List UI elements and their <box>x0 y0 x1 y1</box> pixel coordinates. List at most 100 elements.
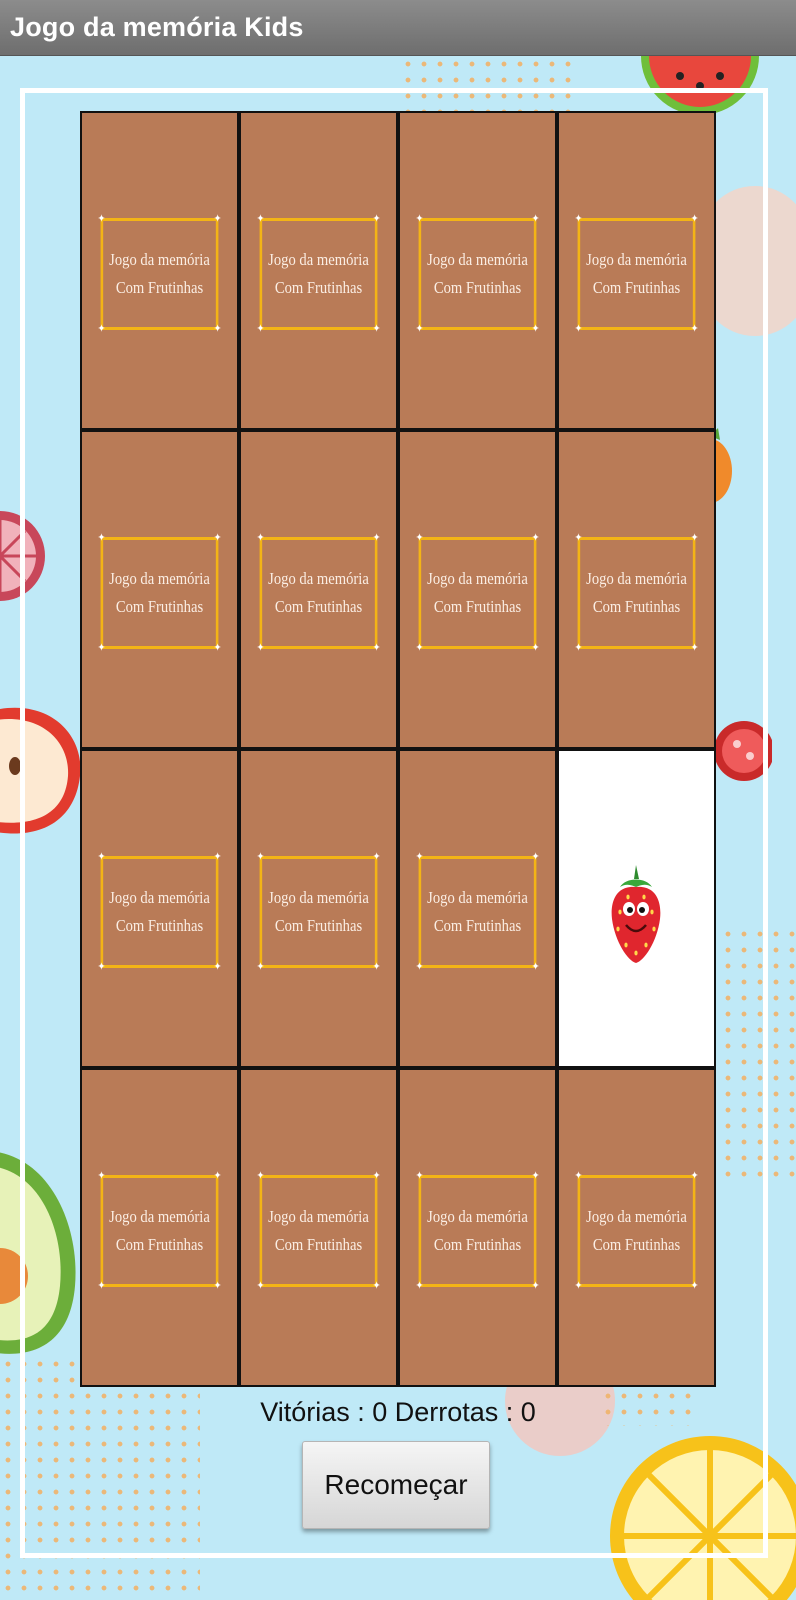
card-back-label: ✦ ✦ ✦ ✦ Jogo da memória Com Frutinhas <box>256 1171 380 1292</box>
sparkle-icon: ✦ <box>213 323 222 335</box>
sparkle-icon: ✦ <box>531 532 540 544</box>
sparkle-icon: ✦ <box>531 642 540 654</box>
card-back-label: ✦ ✦ ✦ ✦ Jogo da memória Com Frutinhas <box>574 533 698 654</box>
card-back-line2: Com Frutinhas <box>274 916 363 935</box>
card-back[interactable]: ✦ ✦ ✦ ✦ Jogo da memória Com Frutinhas <box>557 111 716 430</box>
card-back-line1: Jogo da memória <box>268 250 369 269</box>
card-back[interactable]: ✦ ✦ ✦ ✦ Jogo da memória Com Frutinhas <box>80 111 239 430</box>
sparkle-icon: ✦ <box>97 323 106 335</box>
card-back[interactable]: ✦ ✦ ✦ ✦ Jogo da memória Com Frutinhas <box>398 430 557 749</box>
sparkle-icon: ✦ <box>97 1280 106 1292</box>
sparkle-icon: ✦ <box>574 1170 583 1182</box>
card-back-label: ✦ ✦ ✦ ✦ Jogo da memória Com Frutinhas <box>97 1171 221 1292</box>
sparkle-icon: ✦ <box>213 851 222 863</box>
card-back-line2: Com Frutinhas <box>274 597 363 616</box>
card-back-line1: Jogo da memória <box>427 569 528 588</box>
card-back-line2: Com Frutinhas <box>433 278 522 297</box>
card-back-line1: Jogo da memória <box>427 250 528 269</box>
card-back-label: ✦ ✦ ✦ ✦ Jogo da memória Com Frutinhas <box>574 1171 698 1292</box>
sparkle-icon: ✦ <box>415 642 424 654</box>
sparkle-icon: ✦ <box>372 532 381 544</box>
sparkle-icon: ✦ <box>415 851 424 863</box>
card-back[interactable]: ✦ ✦ ✦ ✦ Jogo da memória Com Frutinhas <box>239 430 398 749</box>
sparkle-icon: ✦ <box>213 1170 222 1182</box>
sparkle-icon: ✦ <box>97 642 106 654</box>
sparkle-icon: ✦ <box>531 961 540 973</box>
sparkle-icon: ✦ <box>213 1280 222 1292</box>
card-back-line1: Jogo da memória <box>427 1207 528 1226</box>
sparkle-icon: ✦ <box>574 323 583 335</box>
card-back-label: ✦ ✦ ✦ ✦ Jogo da memória Com Frutinhas <box>256 533 380 654</box>
sparkle-icon: ✦ <box>213 213 222 225</box>
card-back[interactable]: ✦ ✦ ✦ ✦ Jogo da memória Com Frutinhas <box>398 1068 557 1387</box>
card-revealed-strawberry[interactable] <box>557 749 716 1068</box>
card-back-line1: Jogo da memória <box>109 569 210 588</box>
sparkle-icon: ✦ <box>531 213 540 225</box>
card-back-line2: Com Frutinhas <box>115 1235 204 1254</box>
sparkle-icon: ✦ <box>256 1170 265 1182</box>
card-back[interactable]: ✦ ✦ ✦ ✦ Jogo da memória Com Frutinhas <box>80 749 239 1068</box>
card-back-line1: Jogo da memória <box>586 1207 687 1226</box>
sparkle-icon: ✦ <box>256 323 265 335</box>
sparkle-icon: ✦ <box>372 961 381 973</box>
sparkle-icon: ✦ <box>372 1280 381 1292</box>
restart-button[interactable]: Recomeçar <box>302 1441 490 1529</box>
sparkle-icon: ✦ <box>256 851 265 863</box>
sparkle-icon: ✦ <box>531 1170 540 1182</box>
sparkle-icon: ✦ <box>372 1170 381 1182</box>
sparkle-icon: ✦ <box>372 851 381 863</box>
card-back-line2: Com Frutinhas <box>115 597 204 616</box>
card-back-label: ✦ ✦ ✦ ✦ Jogo da memória Com Frutinhas <box>256 214 380 335</box>
card-back-label: ✦ ✦ ✦ ✦ Jogo da memória Com Frutinhas <box>415 1171 539 1292</box>
card-back[interactable]: ✦ ✦ ✦ ✦ Jogo da memória Com Frutinhas <box>239 1068 398 1387</box>
card-back-line1: Jogo da memória <box>268 569 369 588</box>
sparkle-icon: ✦ <box>97 1170 106 1182</box>
card-back-label: ✦ ✦ ✦ ✦ Jogo da memória Com Frutinhas <box>574 214 698 335</box>
card-back-line2: Com Frutinhas <box>115 916 204 935</box>
sparkle-icon: ✦ <box>256 642 265 654</box>
sparkle-icon: ✦ <box>574 642 583 654</box>
sparkle-icon: ✦ <box>574 213 583 225</box>
sparkle-icon: ✦ <box>256 213 265 225</box>
sparkle-icon: ✦ <box>97 961 106 973</box>
card-back-label: ✦ ✦ ✦ ✦ Jogo da memória Com Frutinhas <box>97 852 221 973</box>
sparkle-icon: ✦ <box>690 213 699 225</box>
card-back[interactable]: ✦ ✦ ✦ ✦ Jogo da memória Com Frutinhas <box>239 111 398 430</box>
sparkle-icon: ✦ <box>213 532 222 544</box>
card-back-line1: Jogo da memória <box>109 1207 210 1226</box>
card-back-line2: Com Frutinhas <box>433 1235 522 1254</box>
card-back[interactable]: ✦ ✦ ✦ ✦ Jogo da memória Com Frutinhas <box>80 430 239 749</box>
card-back[interactable]: ✦ ✦ ✦ ✦ Jogo da memória Com Frutinhas <box>557 1068 716 1387</box>
sparkle-icon: ✦ <box>372 642 381 654</box>
card-back[interactable]: ✦ ✦ ✦ ✦ Jogo da memória Com Frutinhas <box>398 749 557 1068</box>
card-back-label: ✦ ✦ ✦ ✦ Jogo da memória Com Frutinhas <box>256 852 380 973</box>
card-back-label: ✦ ✦ ✦ ✦ Jogo da memória Com Frutinhas <box>415 214 539 335</box>
card-back-label: ✦ ✦ ✦ ✦ Jogo da memória Com Frutinhas <box>415 533 539 654</box>
sparkle-icon: ✦ <box>574 1280 583 1292</box>
card-back-line2: Com Frutinhas <box>115 278 204 297</box>
sparkle-icon: ✦ <box>531 1280 540 1292</box>
card-back-line1: Jogo da memória <box>268 1207 369 1226</box>
sparkle-icon: ✦ <box>372 213 381 225</box>
card-back-label: ✦ ✦ ✦ ✦ Jogo da memória Com Frutinhas <box>97 533 221 654</box>
sparkle-icon: ✦ <box>256 1280 265 1292</box>
card-back[interactable]: ✦ ✦ ✦ ✦ Jogo da memória Com Frutinhas <box>557 430 716 749</box>
sparkle-icon: ✦ <box>415 323 424 335</box>
sparkle-icon: ✦ <box>415 1170 424 1182</box>
card-back[interactable]: ✦ ✦ ✦ ✦ Jogo da memória Com Frutinhas <box>398 111 557 430</box>
card-back[interactable]: ✦ ✦ ✦ ✦ Jogo da memória Com Frutinhas <box>239 749 398 1068</box>
sparkle-icon: ✦ <box>97 532 106 544</box>
card-back-line2: Com Frutinhas <box>274 278 363 297</box>
card-back[interactable]: ✦ ✦ ✦ ✦ Jogo da memória Com Frutinhas <box>80 1068 239 1387</box>
sparkle-icon: ✦ <box>690 1280 699 1292</box>
sparkle-icon: ✦ <box>256 961 265 973</box>
sparkle-icon: ✦ <box>415 1280 424 1292</box>
sparkle-icon: ✦ <box>574 532 583 544</box>
card-back-line1: Jogo da memória <box>109 250 210 269</box>
card-back-line1: Jogo da memória <box>109 888 210 907</box>
sparkle-icon: ✦ <box>97 213 106 225</box>
card-back-line2: Com Frutinhas <box>274 1235 363 1254</box>
card-back-line2: Com Frutinhas <box>592 1235 681 1254</box>
card-back-line2: Com Frutinhas <box>433 597 522 616</box>
sparkle-icon: ✦ <box>531 851 540 863</box>
